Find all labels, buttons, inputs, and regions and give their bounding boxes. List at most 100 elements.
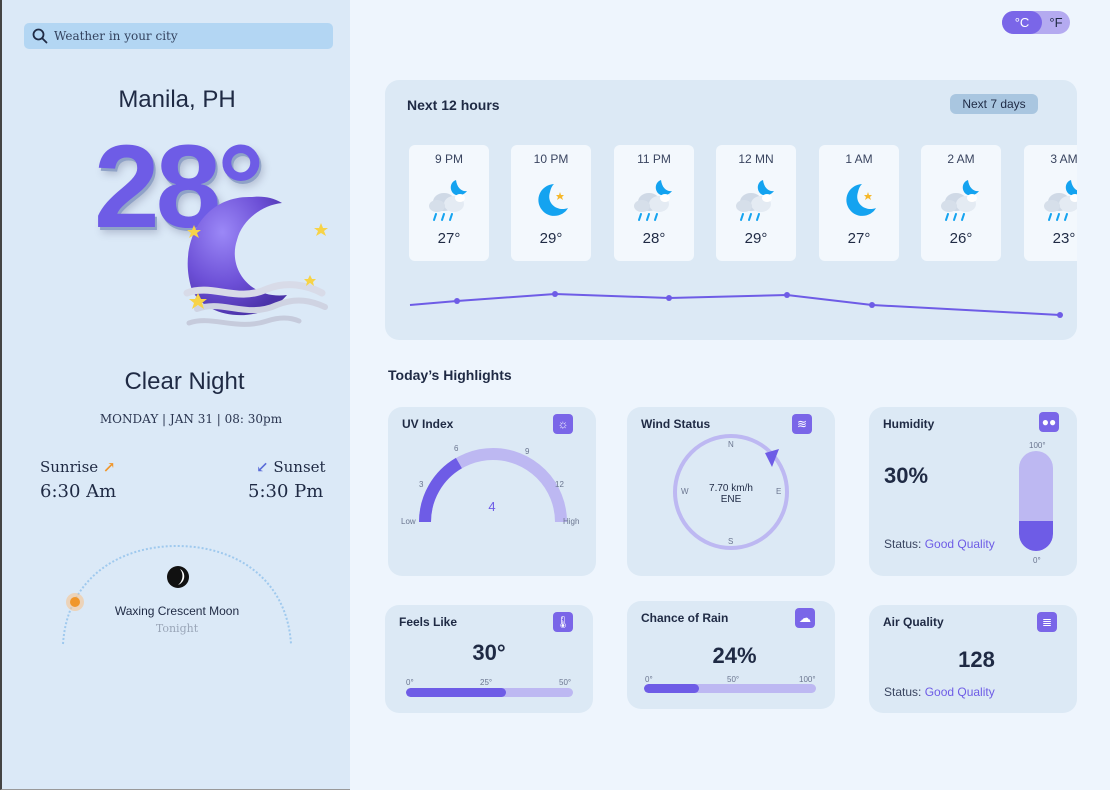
unit-toggle[interactable]: °C °F: [1002, 11, 1070, 34]
arrow-down-left-icon: ↙: [256, 458, 269, 476]
uv-tick-12: 12: [555, 480, 564, 489]
thermometer-icon: 🌡︎: [553, 612, 573, 632]
feels-bar-fill: [406, 688, 507, 697]
cloud-rain-icon: ☁: [795, 608, 815, 628]
crescent-moon-illustration: [183, 196, 328, 327]
hourly-item[interactable]: 9 PM 27°: [409, 145, 489, 261]
hourly-item[interactable]: 12 MN 29°: [716, 145, 796, 261]
rain-bar-fill: [644, 684, 700, 693]
hourly-title: Next 12 hours: [407, 97, 500, 113]
cloud-moon-rain-icon: [409, 176, 489, 226]
hourly-item[interactable]: 2 AM 26°: [921, 145, 1001, 261]
arrow-up-right-icon: ↗: [102, 458, 116, 476]
sunrise-time: 6:30 Am: [40, 481, 117, 502]
hourly-time: 9 PM: [434, 152, 463, 166]
uv-tick-9: 9: [525, 447, 530, 456]
air-value: 128: [958, 647, 995, 672]
air-status-value: Good Quality: [924, 685, 995, 699]
feels-title: Feels Like: [399, 615, 458, 629]
hourly-temp: 27°: [847, 230, 871, 247]
humidity-bar-fill: [1019, 521, 1053, 551]
rain-mid: 50°: [727, 675, 740, 684]
feels-like-card: Feels Like 🌡︎ 30° 0° 25° 50°: [385, 605, 593, 713]
moon-star-icon: [511, 176, 591, 226]
moon-phase-icon: [167, 566, 189, 588]
rain-bar: [644, 684, 816, 693]
hourly-temp: 29°: [539, 230, 563, 247]
sunrise-label-group: Sunrise ↗: [40, 458, 116, 476]
moon-phase-name: Waxing Crescent Moon: [114, 604, 240, 618]
humidity-value: 30%: [884, 463, 929, 488]
feels-mid: 25°: [480, 678, 493, 687]
cloud-moon-rain-icon: [614, 176, 694, 226]
air-icon: ≣: [1037, 612, 1057, 632]
hourly-temp: 26°: [949, 230, 973, 247]
condition-text: Clear Night: [124, 368, 245, 395]
uv-low-label: Low: [401, 517, 416, 526]
rain-min: 0°: [645, 675, 653, 684]
search-icon: [32, 28, 48, 44]
celsius-option[interactable]: °C: [1002, 11, 1042, 34]
hourly-temp: 28°: [642, 230, 666, 247]
city-name: Manila, PH: [118, 86, 236, 113]
compass-north: N: [728, 440, 734, 449]
cloud-moon-rain-icon: [921, 176, 1001, 226]
hourly-temp: 29°: [744, 230, 768, 247]
humidity-status-label: Status:: [884, 537, 925, 551]
sunset-time: 5:30 Pm: [248, 481, 324, 502]
hourly-temp: 27°: [437, 230, 461, 247]
hourly-forecast-card: Next 12 hours Next 7 days 9 PM 27° 10 PM 29…: [385, 80, 1077, 340]
humidity-status: Status: Good Quality: [884, 537, 995, 551]
humidity-title: Humidity: [883, 417, 935, 431]
wind-status-card: Wind Status ≋ N E S W 7.70 km/h ENE: [627, 407, 835, 576]
humidity-bar: [1019, 451, 1053, 551]
rain-max: 100°: [799, 675, 816, 684]
moon-star-icon: [819, 176, 899, 226]
humidity-card: Humidity ●● 30% Status: Good Quality 100…: [869, 407, 1077, 576]
rain-title: Chance of Rain: [641, 611, 729, 625]
next-7-days-button[interactable]: Next 7 days: [950, 94, 1038, 114]
hourly-time: 12 MN: [738, 152, 774, 166]
uv-index-card: UV Index ☼ 3 6 9 12 Low High 4: [388, 407, 596, 576]
search-input[interactable]: [54, 29, 314, 43]
hourly-item[interactable]: 3 AM 23°: [1024, 145, 1077, 261]
hourly-temperature-line: [409, 291, 1063, 318]
hourly-item[interactable]: 10 PM 29°: [511, 145, 591, 261]
humidity-max-label: 100°: [1029, 441, 1046, 450]
hourly-item[interactable]: 11 PM 28°: [614, 145, 694, 261]
cloud-moon-rain-icon: [1024, 176, 1077, 226]
humidity-min-label: 0°: [1033, 556, 1041, 565]
compass-south: S: [728, 537, 734, 546]
uv-tick-3: 3: [419, 480, 424, 489]
chance-of-rain-card: Chance of Rain ☁ 24% 0° 50° 100°: [627, 601, 835, 709]
air-status-label: Status:: [884, 685, 925, 699]
uv-value: 4: [488, 499, 496, 514]
droplets-icon: ●●: [1039, 412, 1059, 432]
hourly-item[interactable]: 1 AM 27°: [819, 145, 899, 261]
hourly-time: 3 AM: [1050, 152, 1077, 166]
wind-speed: 7.70 km/h: [709, 483, 753, 494]
current-date: MONDAY | JAN 31 | 08: 30pm: [99, 412, 283, 426]
feels-min: 0°: [406, 678, 414, 687]
feels-max: 50°: [559, 678, 572, 687]
left-panel: Manila, PH 28° Clear Night MONDAY | JAN …: [0, 0, 350, 790]
hourly-time: 2 AM: [947, 152, 975, 166]
feels-bar: [406, 688, 573, 697]
sunrise-label: Sunrise: [40, 458, 99, 476]
sunset-label-group: ↙ Sunset: [256, 458, 326, 476]
hourly-temp: 23°: [1052, 230, 1076, 247]
search-bar[interactable]: [24, 23, 333, 49]
hourly-time: 11 PM: [637, 152, 671, 166]
feels-value: 30°: [472, 640, 506, 665]
highlights-title: Today’s Highlights: [388, 367, 512, 383]
uv-tick-6: 6: [454, 444, 459, 453]
uv-title: UV Index: [402, 417, 454, 431]
hourly-time: 10 PM: [533, 152, 569, 166]
air-status: Status: Good Quality: [884, 685, 995, 699]
sun-icon: ☼: [553, 414, 573, 434]
fahrenheit-option[interactable]: °F: [1042, 15, 1070, 30]
moon-phase-time: Tonight: [155, 622, 199, 635]
cloud-moon-rain-icon: [716, 176, 796, 226]
air-title: Air Quality: [883, 615, 944, 629]
rain-value: 24%: [712, 643, 757, 668]
